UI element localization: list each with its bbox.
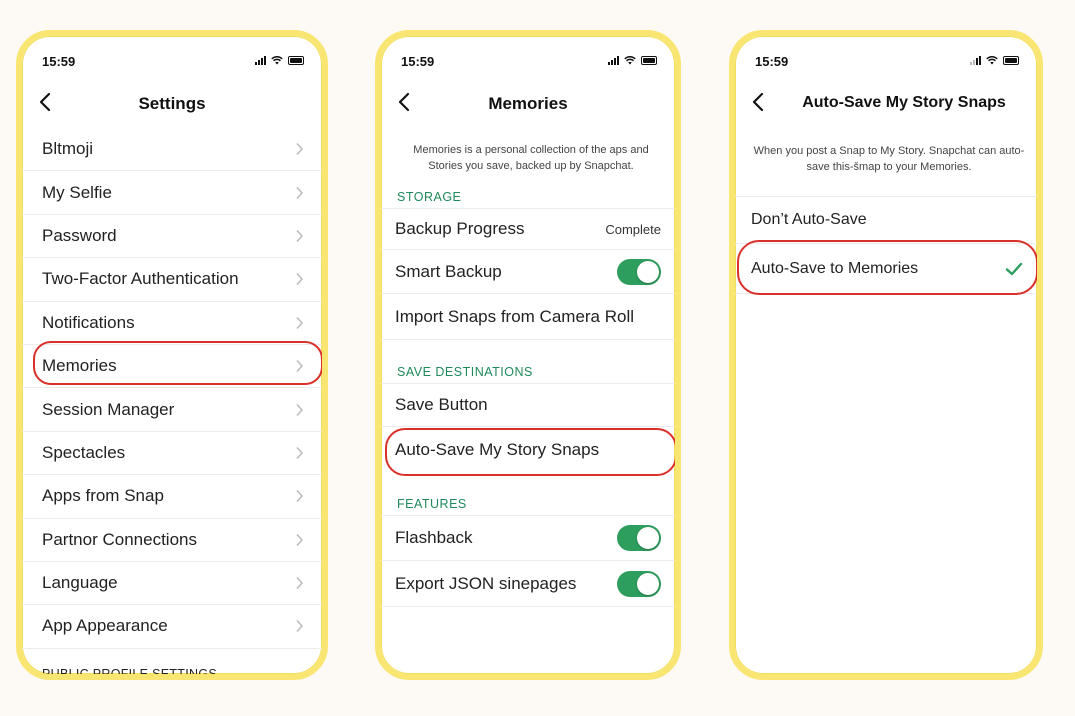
option-dont-auto-save[interactable]: Don’t Auto-Save: [735, 196, 1037, 244]
settings-item-label: Session Manager: [42, 399, 175, 419]
flashback-label: Flashback: [395, 528, 473, 547]
smart-backup-toggle[interactable]: [617, 258, 661, 285]
section-header-public-profile: PUBLIC PROFILE SETTINGS: [42, 666, 217, 680]
option-dont-auto-save-label: Don’t Auto-Save: [751, 211, 867, 228]
auto-save-screen: 15:59 Auto-Save My Story Snaps When you …: [729, 30, 1043, 680]
settings-item-language[interactable]: Language: [22, 562, 322, 606]
battery-icon: [641, 55, 657, 65]
settings-item-label: Password: [42, 225, 117, 245]
smart-backup-label: Smart Backup: [395, 261, 502, 281]
back-chevron-icon[interactable]: [751, 90, 765, 114]
save-button-label: Save Button: [395, 395, 488, 414]
settings-list: Bltmoji My Selfie Password Two-Factor Au…: [22, 128, 322, 680]
settings-item-label: App Appearance: [42, 616, 168, 636]
option-auto-save-to-memories[interactable]: Auto-Save to Memories: [735, 244, 1037, 294]
nav-bar: Memories: [381, 88, 675, 120]
import-snaps-row[interactable]: Import Snaps from Camera Roll: [381, 294, 675, 340]
settings-item-label: Two-Factor Authentication: [42, 269, 239, 289]
settings-item-label: Notifications: [42, 312, 135, 332]
settings-item-bitmoji[interactable]: Bltmoji: [22, 128, 322, 172]
auto-save-options: Don’t Auto-Save Auto-Save to Memories: [735, 196, 1037, 294]
settings-item-partner-connections[interactable]: Partnor Connections: [22, 519, 322, 562]
backup-progress-row[interactable]: Backup Progress Complete: [381, 208, 675, 250]
status-bar: 15:59: [381, 52, 675, 72]
settings-item-label: Bltmoji: [42, 139, 94, 159]
settings-item-label: My Selfie: [42, 182, 112, 202]
settings-item-apps-from-snap[interactable]: Apps from Snap: [22, 475, 322, 519]
section-header-save-destinations: SAVE DESTINATIONS: [397, 365, 533, 379]
cellular-signal-icon: [255, 55, 266, 65]
settings-item-label: Spectacles: [42, 442, 126, 462]
settings-item-two-factor[interactable]: Two-Factor Authentication: [22, 258, 322, 302]
battery-icon: [288, 55, 304, 65]
nav-bar: Auto-Save My Story Snaps: [735, 88, 1037, 120]
wifi-icon: [986, 55, 998, 65]
chevron-right-icon: [296, 577, 304, 590]
chevron-right-icon: [296, 620, 304, 633]
cellular-signal-icon: [608, 55, 619, 65]
settings-item-spectacles[interactable]: Spectacles: [22, 432, 322, 476]
memories-screen: 15:59 Memories Memories is a personal co…: [375, 30, 681, 680]
settings-item-label: Apps from Snap: [42, 486, 164, 506]
status-time: 15:59: [401, 54, 435, 69]
auto-save-my-story-row[interactable]: Auto-Save My Story Snaps: [381, 427, 675, 473]
auto-save-description: When you post a Snap to My Story. Snapch…: [753, 145, 1025, 173]
settings-item-notifications[interactable]: Notifications: [22, 302, 322, 345]
settings-screen: 15:59 Settings Bltmoji My Selfie Passwor…: [16, 30, 328, 680]
settings-item-my-selfie[interactable]: My Selfie: [22, 171, 322, 215]
status-time: 15:59: [42, 54, 76, 69]
cellular-signal-icon: [970, 55, 981, 65]
nav-bar: Settings: [22, 88, 322, 120]
storage-list: Backup Progress Complete Smart Backup Im…: [381, 208, 675, 340]
chevron-right-icon: [296, 273, 304, 286]
flashback-row: Flashback: [381, 515, 675, 561]
chevron-right-icon: [296, 360, 304, 373]
memories-description: Memories is a personal collection of the…: [413, 144, 649, 172]
checkmark-icon: [1005, 262, 1023, 275]
chevron-right-icon: [296, 186, 304, 199]
page-title: Auto-Save My Story Snaps: [802, 94, 1006, 111]
save-button-row[interactable]: Save Button: [381, 383, 675, 427]
chevron-right-icon: [296, 533, 304, 546]
features-list: Flashback Export JSON sinepages: [381, 515, 675, 607]
page-title: Memories: [488, 94, 568, 113]
wifi-icon: [624, 55, 636, 65]
flashback-toggle[interactable]: [617, 525, 661, 551]
save-destinations-list: Save Button Auto-Save My Story Snaps: [381, 383, 675, 473]
settings-item-app-appearance[interactable]: App Appearance: [22, 605, 322, 649]
option-auto-save-to-memories-label: Auto-Save to Memories: [751, 259, 919, 277]
settings-item-label: Language: [42, 573, 118, 593]
smart-backup-row: Smart Backup: [381, 250, 675, 294]
auto-save-my-story-label: Auto-Save My Story Snaps: [395, 440, 600, 459]
settings-item-label: Memories: [42, 356, 117, 376]
wifi-icon: [271, 55, 283, 65]
status-bar: 15:59: [22, 52, 322, 72]
chevron-right-icon: [296, 490, 304, 503]
chevron-right-icon: [296, 229, 304, 243]
status-time: 15:59: [755, 54, 789, 69]
export-json-label: Export JSON sinepages: [395, 573, 577, 593]
settings-item-session-manager[interactable]: Session Manager: [22, 388, 322, 432]
section-header-storage: STORAGE: [397, 190, 462, 204]
page-title: Settings: [138, 94, 206, 113]
settings-item-password[interactable]: Password: [22, 215, 322, 259]
settings-item-label: Partnor Connections: [42, 529, 197, 549]
status-bar: 15:59: [735, 52, 1037, 72]
export-json-toggle[interactable]: [617, 570, 661, 597]
settings-item-memories[interactable]: Memories: [22, 345, 322, 389]
backup-progress-label: Backup Progress: [395, 219, 525, 238]
battery-icon: [1003, 55, 1019, 65]
chevron-right-icon: [296, 316, 304, 329]
chevron-right-icon: [296, 143, 304, 156]
backup-progress-value: Complete: [605, 221, 661, 237]
import-snaps-label: Import Snaps from Camera Roll: [395, 306, 635, 326]
export-json-row: Export JSON sinepages: [381, 561, 675, 607]
chevron-right-icon: [296, 446, 304, 459]
section-header-features: FEATURES: [397, 497, 467, 511]
chevron-right-icon: [296, 403, 304, 416]
